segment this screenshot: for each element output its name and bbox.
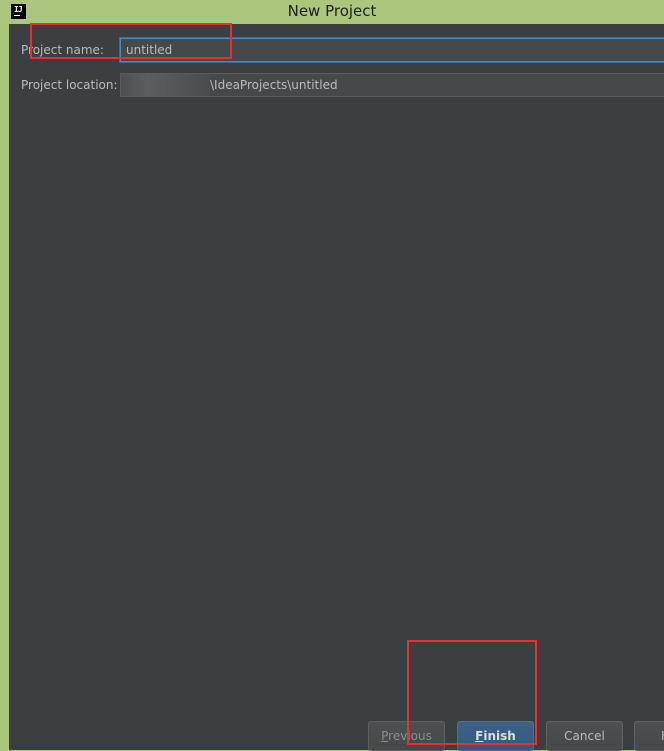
dialog-content: Project name: untitled Project location:… [9, 24, 664, 751]
help-button[interactable]: H [634, 721, 664, 751]
finish-button[interactable]: Finish [457, 721, 534, 751]
finish-label: inish [483, 729, 516, 743]
new-project-window: IJ New Project Project name: untitled Pr… [0, 0, 664, 751]
previous-label: revious [388, 729, 432, 743]
title-bar: IJ New Project [0, 0, 664, 24]
project-location-input[interactable]: \IdeaProjects\untitled [120, 73, 664, 97]
project-location-path: \IdeaProjects\untitled [210, 78, 338, 92]
window-title: New Project [287, 2, 377, 20]
project-name-input[interactable]: untitled [120, 38, 664, 62]
redacted-path-segment [121, 74, 210, 96]
cancel-button[interactable]: Cancel [546, 721, 623, 751]
project-name-label: Project name: [21, 43, 104, 57]
previous-button[interactable]: Previous [368, 721, 445, 751]
project-location-label: Project location: [21, 78, 118, 92]
